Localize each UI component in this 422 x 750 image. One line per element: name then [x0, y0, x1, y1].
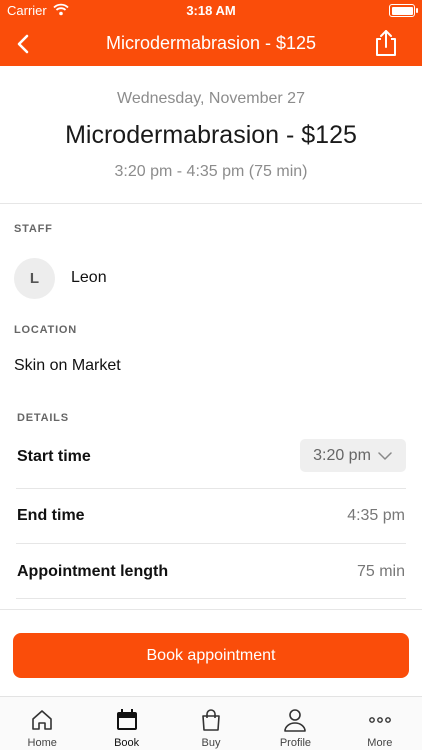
share-button[interactable] — [372, 28, 400, 58]
appointment-date: Wednesday, November 27 — [117, 90, 305, 107]
tab-book-label: Book — [114, 737, 140, 749]
tab-buy[interactable]: Buy — [169, 697, 253, 750]
staff-name: Leon — [71, 269, 107, 286]
tab-bar: Home Book Buy Profile More — [0, 696, 422, 750]
end-time-value: 4:35 pm — [347, 507, 405, 524]
tab-more-label: More — [367, 737, 393, 749]
details-section-label: DETAILS — [17, 412, 69, 424]
service-title: Microdermabrasion - $125 — [65, 121, 357, 149]
tab-profile-label: Profile — [279, 737, 312, 749]
avatar: L — [14, 257, 55, 299]
start-time-dropdown[interactable]: 3:20 pm — [300, 439, 406, 472]
appointment-length-value: 75 min — [356, 563, 405, 580]
divider — [0, 203, 422, 204]
divider — [16, 598, 406, 599]
tab-home[interactable]: Home — [0, 697, 84, 750]
divider — [16, 543, 406, 544]
person-icon — [284, 709, 307, 732]
tab-buy-label: Buy — [201, 737, 221, 749]
divider — [0, 609, 422, 610]
location-name: Skin on Market — [14, 357, 121, 374]
home-icon — [32, 710, 53, 730]
location-section-label: LOCATION — [14, 324, 78, 336]
start-time-value: 3:20 pm — [313, 446, 371, 464]
tab-more[interactable]: More — [338, 697, 422, 750]
battery-icon — [389, 4, 418, 17]
tab-profile[interactable]: Profile — [253, 697, 337, 750]
divider — [16, 488, 406, 489]
tab-home-label: Home — [27, 737, 57, 749]
book-appointment-button[interactable]: Book appointment — [13, 633, 409, 678]
back-button[interactable] — [10, 30, 38, 58]
staff-section-label: STAFF — [14, 223, 53, 235]
tab-book[interactable]: Book — [84, 697, 168, 750]
chevron-down-icon — [378, 451, 392, 460]
calendar-icon — [116, 709, 137, 730]
more-dots-icon — [368, 717, 391, 723]
status-bar: Carrier 3:18 AM — [0, 0, 422, 22]
navigation-bar: Microdermabrasion - $125 — [0, 22, 422, 66]
status-time: 3:18 AM — [186, 3, 236, 18]
appointment-length-label: Appointment length — [17, 563, 169, 580]
share-icon — [376, 30, 396, 56]
end-time-label: End time — [17, 507, 85, 524]
appointment-time-range: 3:20 pm - 4:35 pm (75 min) — [114, 163, 308, 180]
chevron-left-icon — [17, 34, 29, 54]
staff-row[interactable]: L Leon — [14, 257, 107, 299]
shopping-bag-icon — [202, 709, 220, 731]
start-time-label: Start time — [17, 448, 91, 465]
nav-title: Microdermabrasion - $125 — [105, 33, 317, 53]
